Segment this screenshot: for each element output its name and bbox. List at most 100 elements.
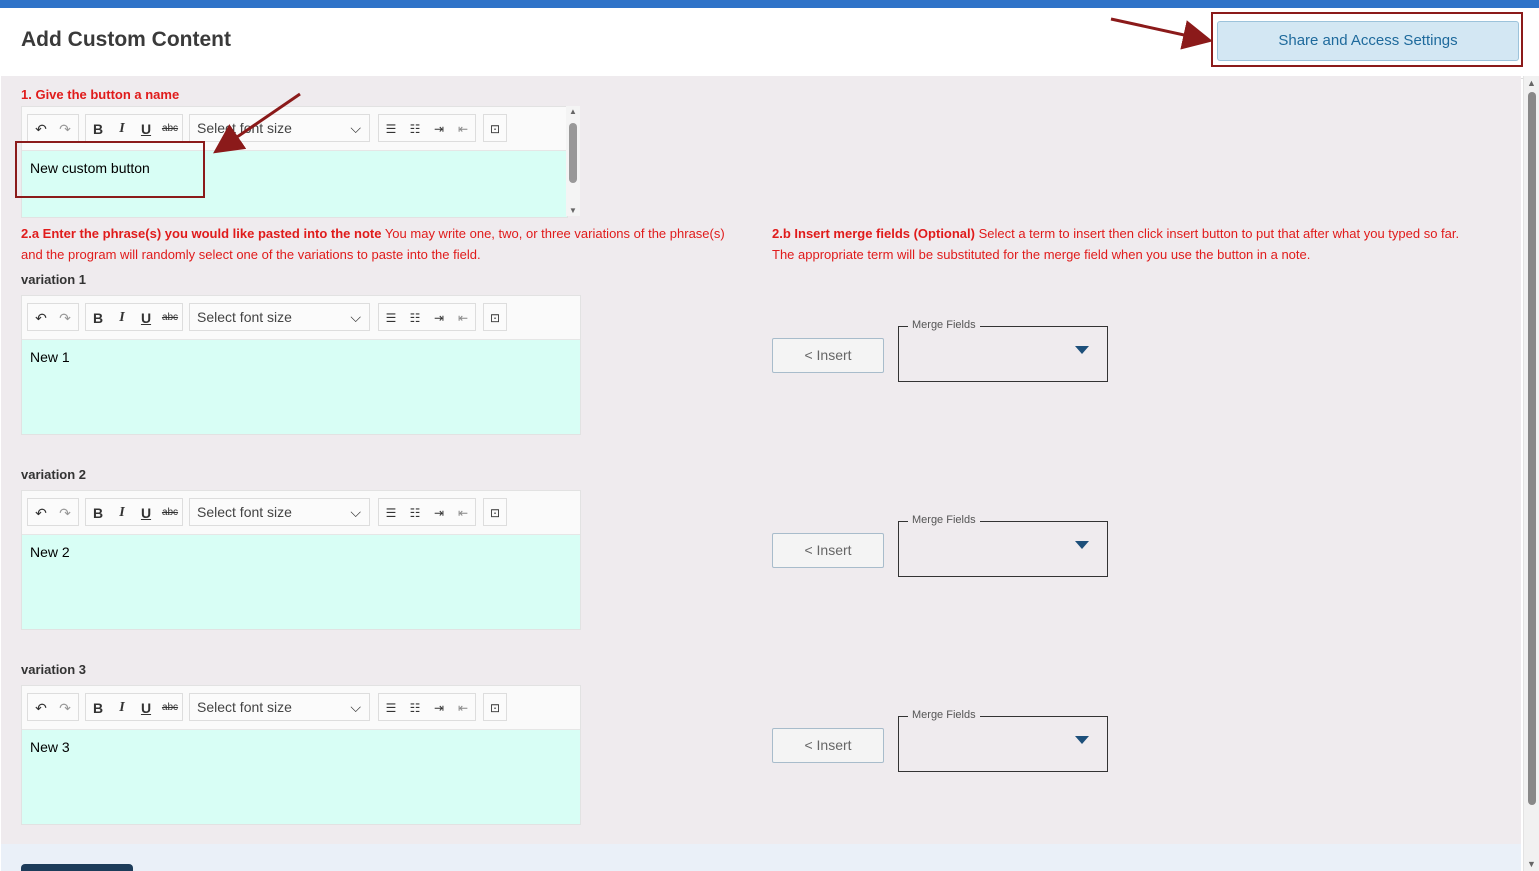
variation-text: New 3 [30, 739, 70, 755]
section2a-text1: You may write one, two, or three variati… [381, 226, 725, 241]
chevron-down-icon: ⌵ [350, 699, 361, 715]
html-source-icon[interactable]: ⊡ [485, 119, 505, 139]
undo-icon[interactable]: ↶ [31, 119, 51, 139]
chevron-down-icon: ⌵ [350, 120, 361, 136]
variation-1-label: variation 1 [21, 272, 87, 287]
scroll-down-icon[interactable]: ▼ [1527, 859, 1536, 869]
variation-text: New 2 [30, 544, 70, 560]
italic-button[interactable]: I [112, 308, 132, 328]
scroll-up-icon[interactable]: ▲ [569, 107, 577, 116]
strikethrough-button[interactable]: abc [160, 698, 180, 718]
merge-fields-label: Merge Fields [908, 319, 980, 331]
italic-button[interactable]: I [112, 119, 132, 139]
html-source-icon[interactable]: ⊡ [485, 503, 505, 523]
html-source-icon[interactable]: ⊡ [485, 698, 505, 718]
indent-icon[interactable]: ⇥ [429, 503, 449, 523]
name-editor-scrollbar[interactable]: ▲ ▼ [566, 106, 580, 216]
indent-icon[interactable]: ⇥ [429, 119, 449, 139]
variation-3-editor[interactable]: ↶ ↷ B I U abc Select font size ⌵ ☰ ☷ ⇥ ⇤… [21, 685, 581, 825]
section2b-instructions: 2.b Insert merge fields (Optional) Selec… [772, 223, 1512, 265]
outdent-icon[interactable]: ⇤ [453, 698, 473, 718]
font-size-value: Select font size [197, 309, 292, 325]
bullet-list-icon[interactable]: ☷ [405, 308, 425, 328]
indent-icon[interactable]: ⇥ [429, 698, 449, 718]
top-accent-bar [0, 0, 1539, 8]
annotation-highlight-share [1211, 12, 1523, 67]
scrollbar-thumb[interactable] [1528, 92, 1536, 805]
page-title: Add Custom Content [21, 28, 231, 51]
variation-content[interactable]: New 2 [22, 535, 580, 629]
insert-button-3[interactable]: < Insert [772, 728, 884, 763]
underline-button[interactable]: U [136, 119, 156, 139]
font-size-select[interactable]: Select font size ⌵ [189, 114, 370, 142]
underline-button[interactable]: U [136, 308, 156, 328]
outdent-icon[interactable]: ⇤ [453, 119, 473, 139]
strikethrough-button[interactable]: abc [160, 503, 180, 523]
variation-3-label: variation 3 [21, 662, 87, 677]
underline-button[interactable]: U [136, 503, 156, 523]
section2b-text1: Select a term to insert then click inser… [974, 226, 1460, 241]
section1-label: 1. Give the button a name [21, 87, 180, 102]
font-size-select[interactable]: Select font size ⌵ [189, 303, 370, 331]
outdent-icon[interactable]: ⇤ [453, 308, 473, 328]
italic-button[interactable]: I [112, 698, 132, 718]
editor-toolbar: ↶ ↷ B I U abc Select font size ⌵ ☰ ☷ ⇥ ⇤… [22, 491, 580, 535]
font-size-value: Select font size [197, 504, 292, 520]
bullet-list-icon[interactable]: ☷ [405, 503, 425, 523]
underline-button[interactable]: U [136, 698, 156, 718]
section2a-instructions: 2.a Enter the phrase(s) you would like p… [21, 223, 751, 265]
ordered-list-icon[interactable]: ☰ [381, 698, 401, 718]
strikethrough-button[interactable]: abc [160, 308, 180, 328]
insert-button-1[interactable]: < Insert [772, 338, 884, 373]
strikethrough-button[interactable]: abc [160, 119, 180, 139]
ordered-list-icon[interactable]: ☰ [381, 119, 401, 139]
insert-button-2[interactable]: < Insert [772, 533, 884, 568]
merge-fields-label: Merge Fields [908, 709, 980, 721]
ordered-list-icon[interactable]: ☰ [381, 503, 401, 523]
variation-2-editor[interactable]: ↶ ↷ B I U abc Select font size ⌵ ☰ ☷ ⇥ ⇤… [21, 490, 581, 630]
scrollbar-thumb[interactable] [569, 123, 577, 183]
outdent-icon[interactable]: ⇤ [453, 503, 473, 523]
footer-button[interactable] [21, 864, 133, 871]
bold-button[interactable]: B [88, 698, 108, 718]
merge-fields-select-3[interactable]: Merge Fields [898, 709, 1108, 772]
redo-icon[interactable]: ↷ [55, 119, 75, 139]
bullet-list-icon[interactable]: ☷ [405, 698, 425, 718]
bullet-list-icon[interactable]: ☷ [405, 119, 425, 139]
caret-down-icon [1075, 346, 1089, 354]
bold-button[interactable]: B [88, 308, 108, 328]
section2b-text2: The appropriate term will be substituted… [772, 247, 1311, 262]
undo-icon[interactable]: ↶ [31, 698, 51, 718]
indent-icon[interactable]: ⇥ [429, 308, 449, 328]
scroll-up-icon[interactable]: ▲ [1527, 78, 1536, 88]
redo-icon[interactable]: ↷ [55, 503, 75, 523]
caret-down-icon [1075, 541, 1089, 549]
variation-text: New 1 [30, 349, 70, 365]
caret-down-icon [1075, 736, 1089, 744]
font-size-select[interactable]: Select font size ⌵ [189, 693, 370, 721]
font-size-value: Select font size [197, 699, 292, 715]
merge-fields-label: Merge Fields [908, 514, 980, 526]
bold-button[interactable]: B [88, 503, 108, 523]
section2a-text2: and the program will randomly select one… [21, 247, 481, 262]
editor-toolbar: ↶ ↷ B I U abc Select font size ⌵ ☰ ☷ ⇥ ⇤… [22, 686, 580, 730]
page-scrollbar[interactable]: ▲ ▼ [1523, 76, 1539, 871]
footer-bar [1, 844, 1521, 871]
chevron-down-icon: ⌵ [350, 504, 361, 520]
undo-icon[interactable]: ↶ [31, 308, 51, 328]
redo-icon[interactable]: ↷ [55, 308, 75, 328]
variation-content[interactable]: New 3 [22, 730, 580, 824]
section2b-heading: 2.b Insert merge fields (Optional) [772, 226, 975, 241]
font-size-select[interactable]: Select font size ⌵ [189, 498, 370, 526]
html-source-icon[interactable]: ⊡ [485, 308, 505, 328]
variation-1-editor[interactable]: ↶ ↷ B I U abc Select font size ⌵ ☰ ☷ ⇥ ⇤… [21, 295, 581, 435]
ordered-list-icon[interactable]: ☰ [381, 308, 401, 328]
redo-icon[interactable]: ↷ [55, 698, 75, 718]
bold-button[interactable]: B [88, 119, 108, 139]
scroll-down-icon[interactable]: ▼ [569, 206, 577, 215]
variation-content[interactable]: New 1 [22, 340, 580, 434]
italic-button[interactable]: I [112, 503, 132, 523]
merge-fields-select-2[interactable]: Merge Fields [898, 514, 1108, 577]
undo-icon[interactable]: ↶ [31, 503, 51, 523]
merge-fields-select-1[interactable]: Merge Fields [898, 319, 1108, 382]
